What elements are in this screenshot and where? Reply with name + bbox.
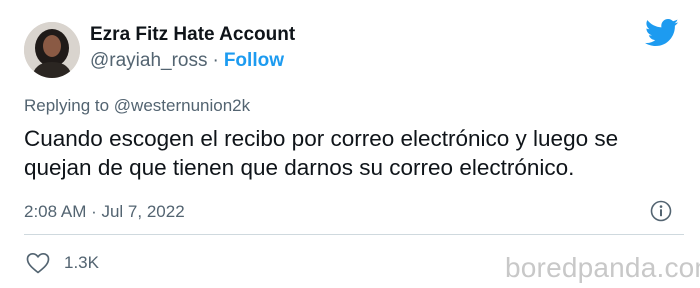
reply-prefix: Replying to [24, 96, 114, 115]
tweet-card: Ezra Fitz Hate Account @rayiah_ross · Foll… [0, 0, 700, 288]
like-count: 1.3K [64, 253, 99, 272]
heart-icon[interactable] [26, 252, 50, 274]
reply-mention-link[interactable]: @westernunion2k [114, 96, 250, 115]
follow-button[interactable]: Follow [224, 50, 284, 71]
divider [24, 234, 684, 235]
avatar[interactable] [24, 22, 80, 78]
tweet-text: Cuando escogen el recibo por correo elec… [24, 126, 619, 180]
info-icon[interactable] [650, 200, 672, 222]
handle-row: @rayiah_ross · Follow [90, 50, 284, 72]
twitter-bird-icon[interactable] [645, 18, 679, 48]
display-name[interactable]: Ezra Fitz Hate Account [90, 24, 295, 46]
timestamp[interactable]: 2:08 AM · Jul 7, 2022 [24, 202, 185, 222]
separator-dot: · [212, 50, 219, 71]
user-handle[interactable]: @rayiah_ross [90, 50, 208, 71]
watermark: boredpanda.com [505, 252, 700, 283]
replying-to: Replying to @westernunion2k [24, 96, 250, 116]
